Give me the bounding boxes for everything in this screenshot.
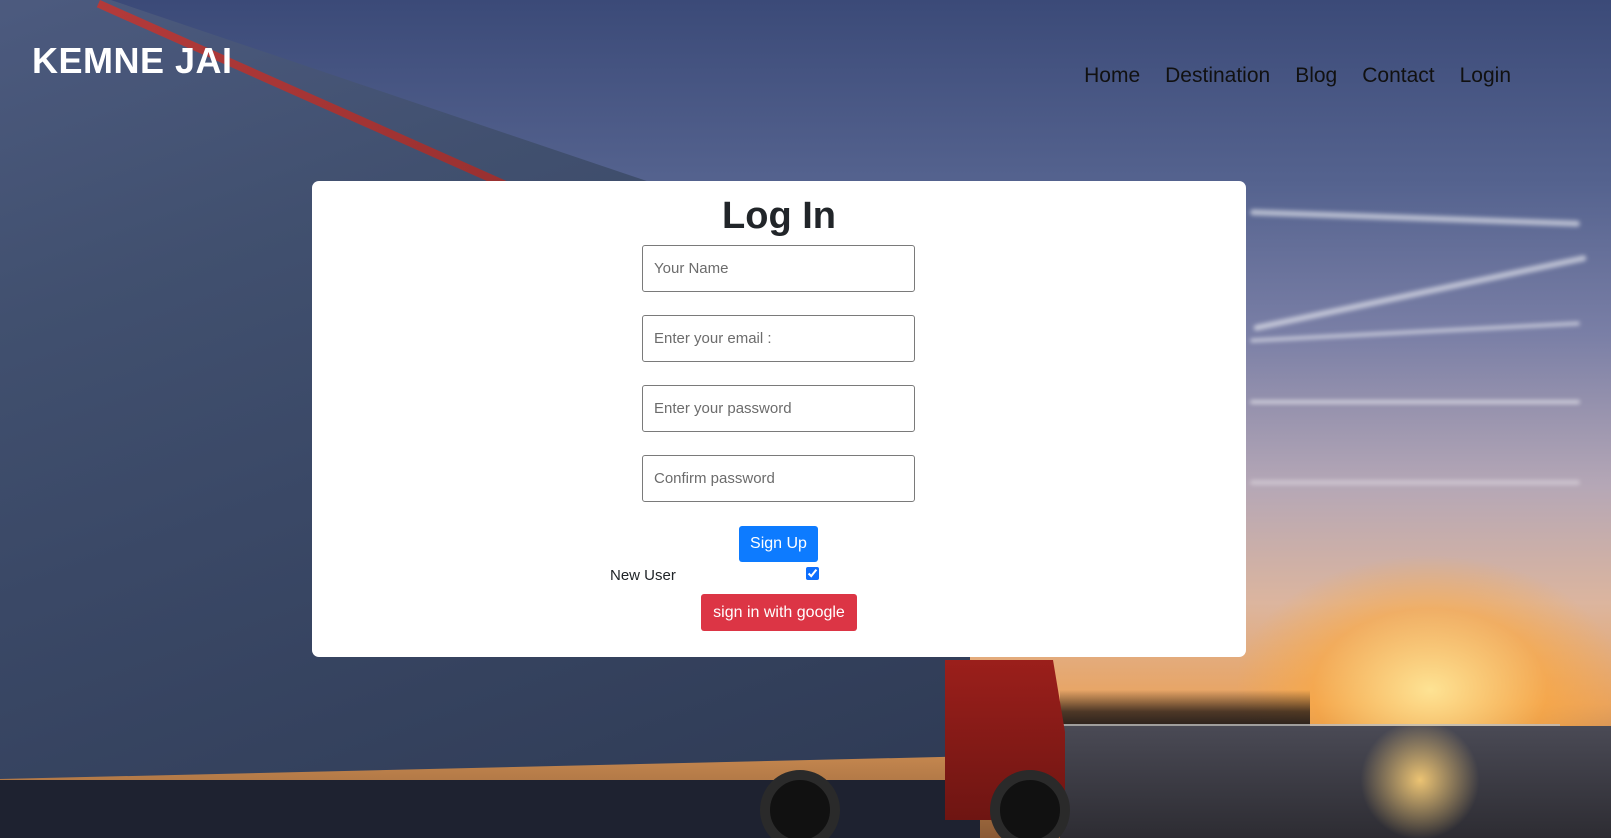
new-user-checkbox[interactable]	[806, 567, 819, 580]
brand-logo[interactable]: KEMNE JAI	[32, 40, 233, 82]
google-sign-in-button[interactable]: sign in with google	[701, 594, 857, 631]
nav-destination[interactable]: Destination	[1165, 64, 1270, 88]
nav-contact[interactable]: Contact	[1362, 64, 1434, 88]
password-input[interactable]	[642, 385, 915, 432]
new-user-label: New User	[610, 567, 676, 584]
nav-home[interactable]: Home	[1084, 64, 1140, 88]
nav-login[interactable]: Login	[1460, 64, 1511, 88]
email-input[interactable]	[642, 315, 915, 362]
confirm-password-input[interactable]	[642, 455, 915, 502]
top-nav: Home Destination Blog Contact Login	[1084, 64, 1511, 88]
name-input[interactable]	[642, 245, 915, 292]
sign-up-button[interactable]: Sign Up	[739, 526, 818, 562]
page-title: Log In	[722, 195, 836, 237]
login-card: Log In Sign Up New User sign in with goo…	[312, 181, 1246, 657]
nav-blog[interactable]: Blog	[1295, 64, 1337, 88]
